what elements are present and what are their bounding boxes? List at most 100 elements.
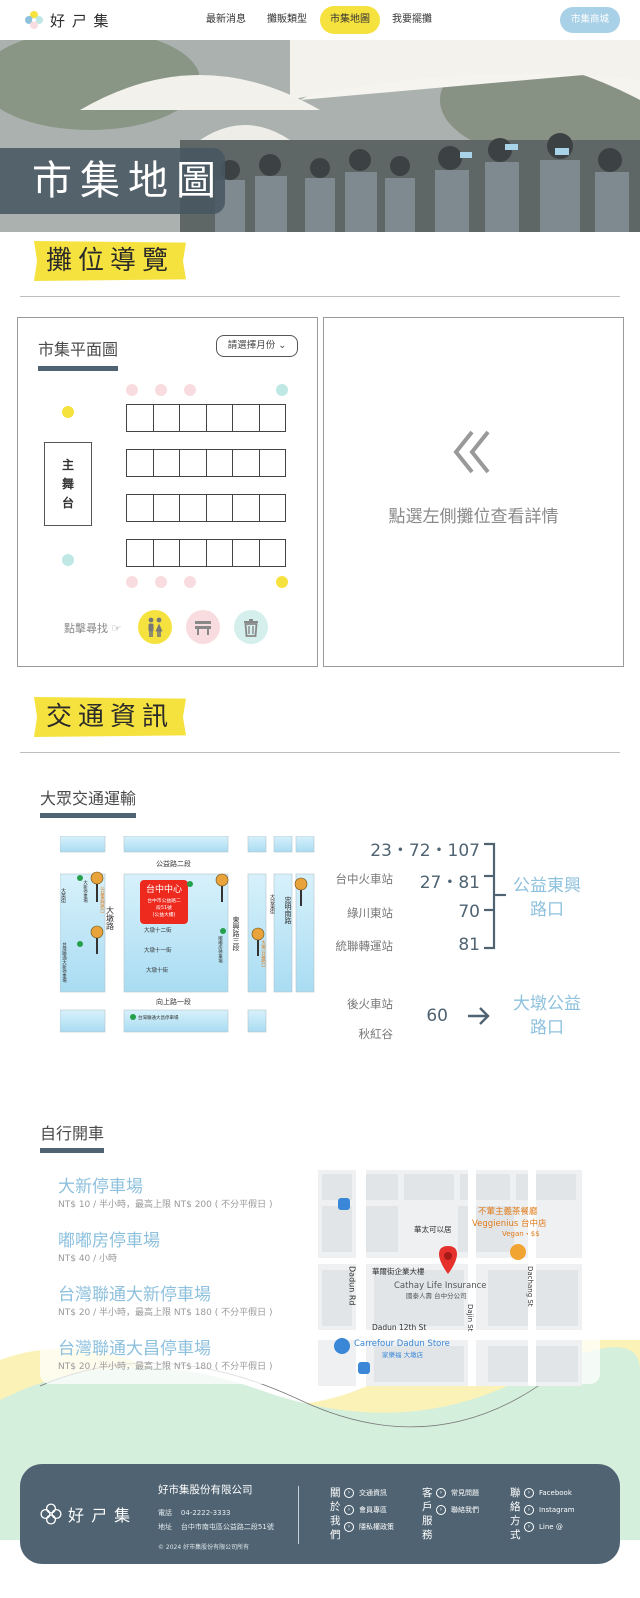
bus-destination: 大墩公益 路口 — [506, 992, 588, 1040]
booth-row — [126, 494, 286, 522]
footer-link-member[interactable]: › 會員專區 — [344, 1505, 387, 1515]
footer-category-service: 客戶服務 — [422, 1487, 433, 1541]
marker-dot — [184, 576, 196, 588]
map-label: Dajin St — [466, 1304, 474, 1332]
booth[interactable] — [179, 539, 207, 567]
hero-banner: 市集地圖 — [0, 40, 640, 232]
page-title: 市集地圖 — [0, 148, 225, 214]
booth[interactable] — [126, 539, 154, 567]
footer-link-label: Facebook — [539, 1489, 572, 1497]
dest-line: 公益東興 — [513, 876, 581, 896]
main-stage: 主 舞 台 — [44, 442, 92, 526]
bus-stop-icon — [358, 1362, 370, 1374]
footer-link-traffic[interactable]: › 交通資訊 — [344, 1488, 387, 1498]
booth[interactable] — [126, 494, 154, 522]
dest-line: 路口 — [530, 900, 564, 920]
marker-dot — [62, 554, 74, 566]
find-bench-button[interactable] — [186, 610, 220, 644]
bus-route-numbers: 60 — [426, 1006, 448, 1026]
footer-link-line[interactable]: › Line @ — [524, 1522, 563, 1532]
parking-label: 台灣聯通大新停車場 — [62, 941, 67, 984]
phone-label: 電話 — [158, 1509, 172, 1517]
month-select[interactable]: 請選擇月份 ⌄ — [216, 335, 298, 357]
map-label: 不葷主義茶餐廳 — [478, 1206, 538, 1217]
booth[interactable] — [232, 449, 260, 477]
booth[interactable] — [258, 404, 286, 432]
map-label: Cathay Life Insurance — [394, 1281, 487, 1291]
footer-link-label: 會員專區 — [359, 1506, 387, 1514]
booth[interactable] — [126, 404, 154, 432]
arrow-right-icon — [468, 1007, 490, 1025]
bus-stop-name: 後火車站 — [347, 997, 393, 1011]
detail-prompt: 點選左側攤位查看詳情 — [388, 507, 559, 527]
booth[interactable] — [205, 539, 233, 567]
trash-icon — [244, 619, 258, 637]
marker-dot — [62, 406, 74, 418]
road-label: 大容東街 — [269, 893, 275, 915]
chevron-right-icon: › — [344, 1522, 354, 1532]
footer-link-contact[interactable]: › 聯絡我們 — [436, 1505, 479, 1515]
nav-link-news[interactable]: 最新消息 — [200, 6, 252, 34]
dest-line: 路口 — [530, 1018, 564, 1038]
booth[interactable] — [179, 449, 207, 477]
nav-link-vendor-types[interactable]: 攤販類型 — [258, 6, 316, 34]
footer-link-faq[interactable]: › 常見問題 — [436, 1488, 479, 1498]
marker-dot — [155, 384, 167, 396]
booth[interactable] — [232, 494, 260, 522]
floor-plan-title: 市集平面圖 — [38, 336, 119, 371]
shop-button[interactable]: 市集商城 — [560, 7, 620, 33]
parking-lot-price: NT$ 20 / 半小時，最高上限 NT$ 180 ( 不分平假日 ) — [58, 1362, 273, 1372]
location-map[interactable]: 不葷主義茶餐廳 Veggienius 台中店 Vegan・$$ 華太可以居 華爾… — [318, 1170, 582, 1386]
nav-link-apply-booth[interactable]: 我要擺攤 — [384, 6, 440, 34]
booth[interactable] — [258, 539, 286, 567]
public-transit-title: 大眾交通運輸 — [40, 785, 137, 818]
booth[interactable] — [126, 449, 154, 477]
booth[interactable] — [258, 449, 286, 477]
booth-section-title: 攤位導覽 — [34, 241, 187, 281]
center-label: 台中中心 — [146, 883, 182, 895]
bus-stop-label: 大墩公益路口 — [261, 939, 266, 969]
booth[interactable] — [152, 404, 180, 432]
parking-lot-name[interactable]: 大新停車場 — [58, 1172, 143, 1197]
footer-logo[interactable]: 好 ㄕ 集 — [40, 1502, 131, 1526]
chevron-down-icon: ⌄ — [278, 340, 287, 351]
bus-route-numbers: 70 — [458, 902, 480, 922]
footer-link-facebook[interactable]: › Facebook — [524, 1488, 572, 1498]
booth[interactable] — [152, 494, 180, 522]
center-label: 台中市公益路二 — [147, 897, 181, 904]
booth[interactable] — [232, 404, 260, 432]
footer-link-label: 交通資訊 — [359, 1489, 387, 1497]
parking-lot-name[interactable]: 台灣聯通大昌停車場 — [58, 1334, 211, 1359]
nav-link-market-map[interactable]: 市集地圖 — [320, 6, 380, 34]
footer-link-label: 隱私權政策 — [359, 1523, 394, 1531]
top-nav: 好 ㄕ 集 最新消息 攤販類型 市集地圖 我要擺攤 市集商城 — [0, 0, 640, 40]
booth[interactable] — [232, 539, 260, 567]
booth[interactable] — [179, 404, 207, 432]
marker-dot — [276, 576, 288, 588]
footer-link-instagram[interactable]: › Instagram — [524, 1505, 575, 1515]
booth[interactable] — [258, 494, 286, 522]
company-name: 好市集股份有限公司 — [158, 1484, 253, 1496]
booth[interactable] — [205, 494, 233, 522]
section-divider — [20, 752, 620, 753]
logo[interactable]: 好 ㄕ 集 — [24, 8, 110, 32]
footer: 好 ㄕ 集 好市集股份有限公司 電話 04-2222-3333 地址 台中市南屯… — [20, 1464, 620, 1564]
road-label: 大墩十二街 — [144, 926, 172, 934]
booth[interactable] — [205, 449, 233, 477]
footer-link-privacy[interactable]: › 隱私權政策 — [344, 1522, 394, 1532]
parking-lot-name[interactable]: 嘟嘟房停車場 — [58, 1226, 160, 1251]
booth[interactable] — [152, 449, 180, 477]
booth[interactable] — [205, 404, 233, 432]
parking-lot-name[interactable]: 台灣聯通大新停車場 — [58, 1280, 211, 1305]
booth[interactable] — [179, 494, 207, 522]
month-select-label: 請選擇月份 — [227, 340, 276, 351]
bus-route-numbers: 27・81 — [419, 873, 480, 893]
logo-text: 好 ㄕ 集 — [50, 11, 110, 30]
find-restroom-button[interactable] — [138, 610, 172, 644]
booth[interactable] — [152, 539, 180, 567]
find-trash-button[interactable] — [234, 610, 268, 644]
find-label: 點擊尋找 ☞ — [64, 620, 121, 636]
chevron-right-icon: › — [524, 1505, 534, 1515]
bus-stop-name: 秋紅谷 — [358, 1027, 394, 1041]
road-label: 大墩十一街 — [144, 946, 172, 954]
